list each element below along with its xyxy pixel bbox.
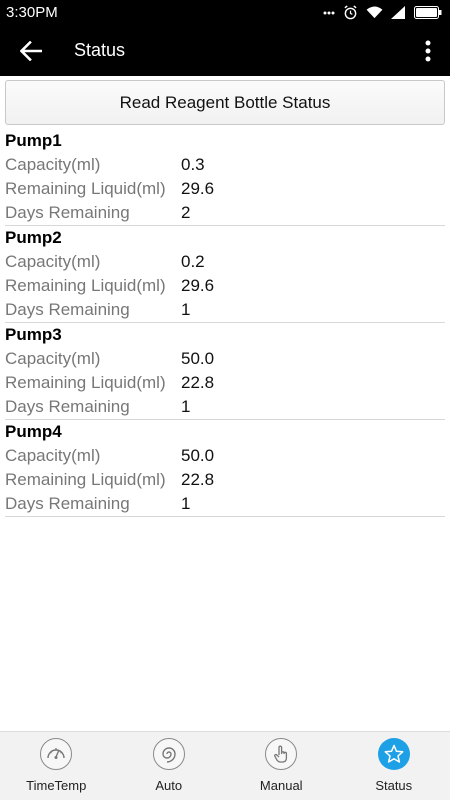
nav-item-manual[interactable]: Manual — [225, 732, 338, 800]
hand-pointer-icon — [265, 738, 298, 770]
nav-label: Manual — [259, 778, 303, 793]
days-remaining-label: Days Remaining — [5, 203, 130, 222]
pump-section: Pump1 Capacity(ml) 0.3 Remaining Liquid(… — [5, 129, 445, 226]
capacity-label: Capacity(ml) — [5, 252, 101, 271]
capacity-value: 50.0 — [181, 349, 215, 368]
star-icon — [377, 738, 410, 770]
pump-title: Pump4 — [5, 422, 62, 441]
days-remaining-value: 1 — [181, 397, 191, 416]
remaining-liquid-label: Remaining Liquid(ml) — [5, 373, 166, 392]
capacity-label: Capacity(ml) — [5, 155, 101, 174]
days-remaining-value: 1 — [181, 300, 191, 319]
nav-item-status[interactable]: Status — [338, 732, 450, 800]
days-remaining-row: Days Remaining 2 — [5, 201, 445, 225]
swirl-icon — [152, 738, 185, 770]
pump-title: Pump1 — [5, 131, 62, 150]
system-icons — [323, 5, 442, 20]
remaining-liquid-row: Remaining Liquid(ml) 22.8 — [5, 371, 445, 395]
capacity-row: Capacity(ml) 0.2 — [5, 250, 445, 274]
alarm-icon — [343, 5, 358, 20]
pump-section: Pump2 Capacity(ml) 0.2 Remaining Liquid(… — [5, 226, 445, 323]
capacity-row: Capacity(ml) 0.3 — [5, 153, 445, 177]
nav-label: Auto — [155, 778, 183, 793]
days-remaining-row: Days Remaining 1 — [5, 492, 445, 516]
remaining-liquid-label: Remaining Liquid(ml) — [5, 470, 166, 489]
remaining-liquid-value: 29.6 — [181, 179, 215, 198]
back-arrow-icon — [20, 40, 42, 61]
overflow-menu-button[interactable] — [406, 25, 450, 76]
app-bar: Status — [0, 25, 450, 76]
clock: 3:30PM — [6, 4, 58, 21]
more-vertical-icon — [425, 40, 431, 61]
remaining-liquid-value: 22.8 — [181, 470, 215, 489]
capacity-label: Capacity(ml) — [5, 349, 101, 368]
capacity-label: Capacity(ml) — [5, 446, 101, 465]
days-remaining-row: Days Remaining 1 — [5, 298, 445, 322]
wifi-icon — [366, 6, 383, 19]
nav-label: Status — [375, 778, 413, 793]
pump-section: Pump3 Capacity(ml) 50.0 Remaining Liquid… — [5, 323, 445, 420]
remaining-liquid-row: Remaining Liquid(ml) 22.8 — [5, 468, 445, 492]
nav-label: TimeTemp — [26, 778, 87, 793]
pump-section: Pump4 Capacity(ml) 50.0 Remaining Liquid… — [5, 420, 445, 517]
remaining-liquid-label: Remaining Liquid(ml) — [5, 179, 166, 198]
remaining-liquid-row: Remaining Liquid(ml) 29.6 — [5, 177, 445, 201]
days-remaining-label: Days Remaining — [5, 494, 130, 513]
days-remaining-value: 2 — [181, 203, 191, 222]
page-title: Status — [74, 40, 126, 60]
battery-icon — [414, 6, 442, 19]
back-button[interactable] — [0, 25, 72, 76]
bottom-navigation: TimeTemp Auto Manual Status — [0, 731, 450, 800]
capacity-row: Capacity(ml) 50.0 — [5, 347, 445, 371]
remaining-liquid-value: 29.6 — [181, 276, 215, 295]
nav-item-timetemp[interactable]: TimeTemp — [0, 732, 113, 800]
nav-item-auto[interactable]: Auto — [113, 732, 226, 800]
days-remaining-value: 1 — [181, 494, 191, 513]
pump-title: Pump2 — [5, 228, 62, 247]
days-remaining-label: Days Remaining — [5, 397, 130, 416]
days-remaining-row: Days Remaining 1 — [5, 395, 445, 419]
pump-title: Pump3 — [5, 325, 62, 344]
capacity-value: 0.3 — [181, 155, 205, 174]
dots-icon — [323, 10, 335, 16]
gauge-icon — [40, 738, 73, 770]
remaining-liquid-value: 22.8 — [181, 373, 215, 392]
signal-icon — [391, 6, 406, 19]
capacity-value: 0.2 — [181, 252, 205, 271]
capacity-row: Capacity(ml) 50.0 — [5, 444, 445, 468]
remaining-liquid-row: Remaining Liquid(ml) 29.6 — [5, 274, 445, 298]
read-reagent-status-button[interactable]: Read Reagent Bottle Status — [5, 80, 445, 125]
days-remaining-label: Days Remaining — [5, 300, 130, 319]
remaining-liquid-label: Remaining Liquid(ml) — [5, 276, 166, 295]
pump-list: Pump1 Capacity(ml) 0.3 Remaining Liquid(… — [0, 129, 450, 517]
status-bar: 3:30PM — [0, 0, 450, 25]
capacity-value: 50.0 — [181, 446, 215, 465]
